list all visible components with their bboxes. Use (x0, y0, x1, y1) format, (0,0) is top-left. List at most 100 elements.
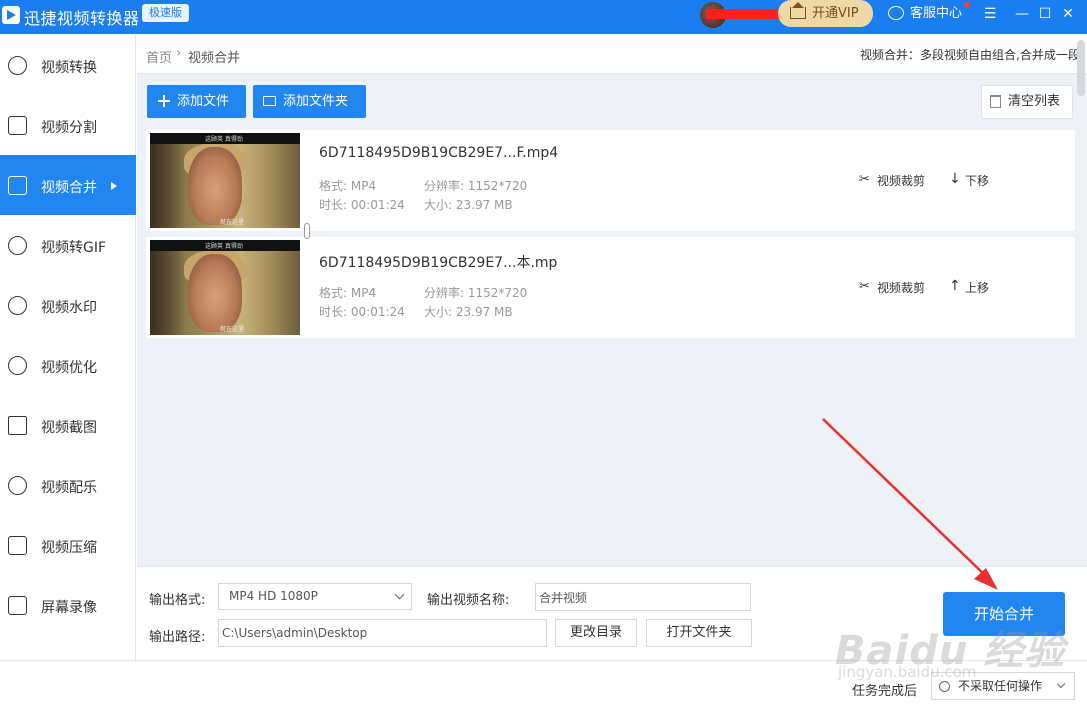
move-up-button[interactable]: ↑ 上移 (947, 279, 989, 296)
crop-label: 视频裁剪 (877, 281, 926, 295)
move-down-button[interactable]: ↓ 下移 (947, 172, 989, 189)
app-window: 迅捷视频转换器 极速版 开通VIP 客服中心 ☰ — ☐ ✕ 视频转换 视频分割… (0, 0, 1087, 714)
sidebar-item-label: 视频分割 (41, 120, 97, 136)
duration-meta: 时长: 00:01:24 (319, 305, 405, 319)
split-icon (8, 116, 27, 135)
sidebar-item-label: 视频水印 (41, 300, 97, 316)
title-bar: 迅捷视频转换器 极速版 开通VIP 客服中心 ☰ — ☐ ✕ (0, 0, 1087, 34)
close-button[interactable]: ✕ (1058, 4, 1078, 24)
notification-dot (964, 2, 970, 8)
scissors-icon: ✂ (859, 172, 870, 187)
video-thumbnail: 这顾英 真得劲 就在这里 (150, 133, 300, 228)
compress-icon (8, 536, 27, 555)
music-icon (8, 476, 27, 495)
scissors-icon: ✂ (859, 279, 870, 294)
app-title: 迅捷视频转换器 (24, 9, 140, 28)
sidebar-item-screen-record[interactable]: 屏幕录像 (0, 575, 136, 635)
sidebar-item-video-merge[interactable]: 视频合并 (0, 155, 136, 215)
clear-list-button[interactable]: 清空列表 (981, 85, 1073, 119)
maximize-button[interactable]: ☐ (1035, 4, 1055, 24)
sidebar-item-video-watermark[interactable]: 视频水印 (0, 275, 136, 335)
file-row[interactable]: 这顾英 真得劲 就在这里 6D7118495D9B19CB29E7...本.mp… (146, 237, 1075, 338)
format-meta: 格式: MP4 (319, 286, 377, 300)
size-meta: 大小: 23.97 MB (424, 305, 513, 319)
drag-handle[interactable] (304, 223, 310, 239)
breadcrumb-home[interactable]: 首页 (146, 47, 172, 66)
file-name: 6D7118495D9B19CB29E7...F.mp4 (319, 145, 559, 161)
output-name-label: 输出视频名称: (427, 593, 510, 608)
gif-icon (8, 236, 27, 255)
breadcrumb: 首页 › 视频合并 视频合并：多段视频自由组合,合并成一段 (137, 34, 1087, 74)
size-meta: 大小: 23.97 MB (424, 198, 513, 212)
add-file-label: 添加文件 (177, 94, 230, 109)
scrollbar[interactable] (1077, 40, 1085, 96)
sidebar-item-video-screenshot[interactable]: 视频截图 (0, 395, 136, 455)
sidebar-item-label: 视频压缩 (41, 540, 97, 556)
output-name-input[interactable] (535, 583, 751, 611)
chevron-down-icon (1056, 679, 1066, 689)
image-icon (8, 416, 27, 435)
feature-hint: 视频合并：多段视频自由组合,合并成一段 (860, 48, 1080, 62)
camera-icon (8, 596, 27, 615)
main-panel: 首页 › 视频合并 视频合并：多段视频自由组合,合并成一段 添加文件 添加文件夹… (137, 34, 1087, 660)
output-path-label: 输出路径: (149, 630, 206, 645)
minimize-button[interactable]: — (1012, 4, 1032, 24)
thumbnail-caption: 这顾英 真得劲 (205, 136, 243, 143)
add-folder-label: 添加文件夹 (283, 94, 349, 109)
sidebar-item-video-to-gif[interactable]: 视频转GIF (0, 215, 136, 275)
vip-button[interactable]: 开通VIP (778, 0, 873, 27)
menu-button[interactable]: ☰ (980, 4, 1000, 24)
add-folder-button[interactable]: 添加文件夹 (253, 85, 366, 118)
arrow-up-icon: ↑ (949, 278, 961, 294)
sidebar-item-label: 视频合并 (41, 180, 97, 196)
sidebar-item-label: 视频配乐 (41, 480, 97, 496)
sidebar-item-video-convert[interactable]: 视频转换 (0, 35, 136, 95)
edition-badge: 极速版 (142, 4, 189, 22)
breadcrumb-separator: › (176, 46, 182, 61)
vip-label: 开通VIP (812, 6, 859, 21)
sidebar-item-video-music[interactable]: 视频配乐 (0, 455, 136, 515)
sidebar-item-video-compress[interactable]: 视频压缩 (0, 515, 136, 575)
file-row[interactable]: 这顾英 真得劲 就在这里 6D7118495D9B19CB29E7...F.mp… (146, 130, 1075, 231)
file-name: 6D7118495D9B19CB29E7...本.mp (319, 255, 558, 271)
merge-icon (8, 176, 27, 195)
video-thumbnail: 这顾英 真得劲 就在这里 (150, 240, 300, 335)
optimize-icon (8, 356, 27, 375)
customer-service-button[interactable]: 客服中心 (888, 4, 962, 24)
clear-list-label: 清空列表 (1008, 94, 1061, 109)
after-task-value: 不采取任何操作 (958, 679, 1043, 693)
sidebar: 视频转换 视频分割 视频合并 视频转GIF 视频水印 视频优化 视频截图 视频配… (0, 34, 136, 660)
sidebar-item-video-optimize[interactable]: 视频优化 (0, 335, 136, 395)
redaction-mark (706, 9, 788, 19)
app-logo-icon (2, 6, 20, 24)
output-format-label: 输出格式: (149, 593, 206, 608)
move-label: 上移 (965, 281, 990, 295)
format-meta: 格式: MP4 (319, 179, 377, 193)
output-path-input[interactable] (218, 619, 547, 647)
sidebar-item-label: 视频截图 (41, 420, 97, 436)
output-format-select[interactable]: MP4 HD 1080P (218, 583, 412, 610)
sidebar-item-label: 屏幕录像 (41, 600, 97, 616)
watermark-icon (8, 296, 27, 315)
video-crop-button[interactable]: ✂ 视频裁剪 (859, 279, 925, 296)
sidebar-item-label: 视频转换 (41, 60, 97, 76)
arrow-down-icon: ↓ (949, 171, 961, 187)
thumbnail-caption: 这顾英 真得劲 (205, 243, 243, 250)
open-folder-button[interactable]: 打开文件夹 (646, 619, 752, 647)
breadcrumb-current: 视频合并 (188, 51, 241, 66)
resolution-meta: 分辨率: 1152*720 (424, 286, 528, 300)
change-directory-button[interactable]: 更改目录 (555, 619, 637, 647)
chat-icon (888, 6, 904, 20)
add-file-button[interactable]: 添加文件 (147, 85, 246, 118)
chevron-down-icon (394, 589, 405, 600)
thumbnail-subtitle: 就在这里 (220, 326, 245, 333)
output-format-value: MP4 HD 1080P (229, 589, 318, 603)
thumbnail-subtitle: 就在这里 (220, 219, 245, 226)
trash-icon (990, 95, 1001, 108)
after-task-label: 任务完成后 (852, 684, 918, 699)
sidebar-item-label: 视频优化 (41, 360, 97, 376)
sidebar-item-video-split[interactable]: 视频分割 (0, 95, 136, 155)
sidebar-item-label: 视频转GIF (41, 240, 107, 256)
video-crop-button[interactable]: ✂ 视频裁剪 (859, 172, 925, 189)
resolution-meta: 分辨率: 1152*720 (424, 179, 528, 193)
